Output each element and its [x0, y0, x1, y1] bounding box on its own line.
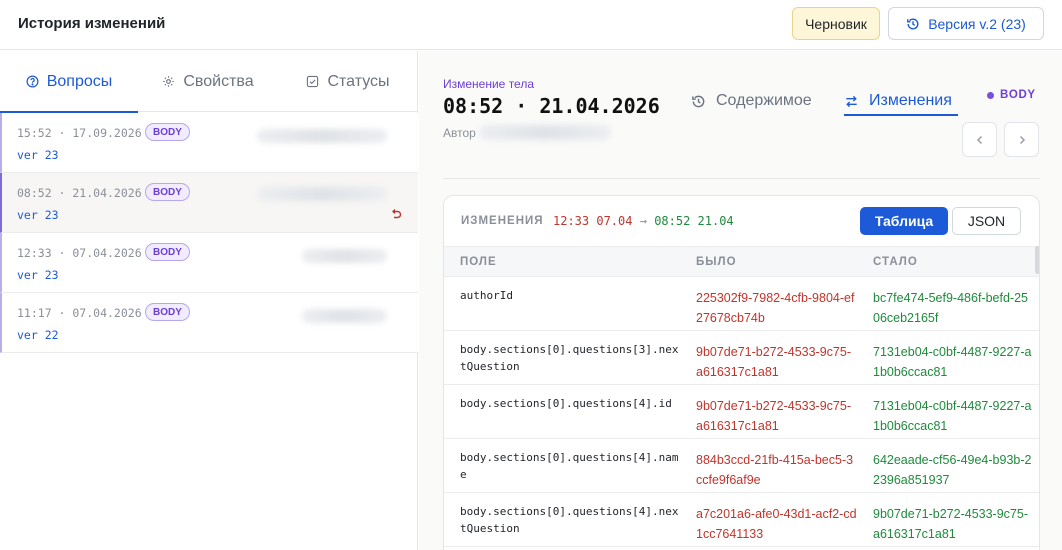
- table-header-row: ПОЛЕ БЫЛО СТАЛО: [444, 246, 1039, 277]
- tab-content[interactable]: Содержимое: [691, 87, 812, 115]
- field-path: body.sections[0].questions[4].id: [444, 384, 680, 439]
- history-icon: [907, 17, 919, 29]
- chevron-left-icon: [976, 135, 982, 144]
- history-timestamp: 08:52 · 21.04.2026: [17, 186, 142, 200]
- history-item[interactable]: 12:33 · 07.04.2026 BODY ver 23: [0, 233, 418, 293]
- revert-icon[interactable]: [389, 207, 403, 221]
- scope-indicator: BODY: [987, 89, 1036, 101]
- draft-button[interactable]: Черновик: [792, 7, 880, 40]
- old-value: 884b3ccd-21fb-415a-bec5-3ccfe9f6af9e: [680, 438, 857, 493]
- column-header-field: ПОЛЕ: [444, 246, 680, 277]
- scope-badge: BODY: [145, 123, 190, 141]
- new-value: 9b07de71-b272-4533-9c75-a616317c1a81: [857, 492, 1039, 547]
- changes-header: ИЗМЕНЕНИЯ 12:33 07.04 → 08:52 21.04 Табл…: [444, 196, 1039, 246]
- tab-changes-label: Изменения: [869, 92, 952, 109]
- field-path: body.sections[0].questions[4].nextQuesti…: [444, 492, 680, 547]
- tab-changes[interactable]: Изменения: [844, 87, 958, 116]
- swap-arrows-icon: [846, 95, 857, 107]
- next-change-button[interactable]: [1004, 122, 1039, 157]
- changes-table: ПОЛЕ БЫЛО СТАЛО authorId 225302f9-7982-4…: [444, 246, 1039, 547]
- tab-properties[interactable]: Свойства: [138, 51, 278, 112]
- top-bar: История изменений Черновик Версия v.2 (2…: [0, 0, 1062, 50]
- tab-questions[interactable]: Вопросы: [0, 51, 138, 113]
- column-header-new: СТАЛО: [857, 246, 1039, 277]
- history-item[interactable]: 11:17 · 07.04.2026 BODY ver 22: [0, 293, 418, 353]
- scope-dot: [987, 91, 994, 99]
- change-detail-panel: Изменение тела 08:52 · 21.04.2026 Автор …: [419, 51, 1062, 550]
- history-version: ver 23: [17, 268, 59, 282]
- gear-icon: [163, 76, 175, 87]
- changes-range: 12:33 07.04 → 08:52 21.04: [553, 214, 734, 228]
- new-value: 7131eb04-c0bf-4487-9227-a1b0b6ccac81: [857, 384, 1039, 439]
- change-type-label: Изменение тела: [443, 77, 535, 91]
- range-arrow: →: [639, 214, 647, 228]
- tab-statuses[interactable]: Статусы: [278, 51, 418, 112]
- history-version: ver 23: [17, 148, 59, 162]
- page-title: История изменений: [18, 15, 166, 32]
- changes-caption: ИЗМЕНЕНИЯ: [461, 215, 544, 227]
- redacted-author-name: [479, 125, 611, 140]
- prev-change-button[interactable]: [962, 122, 997, 157]
- old-value: a7c201a6-afe0-43d1-acf2-cd1cc7641133: [680, 492, 857, 547]
- old-value: 225302f9-7982-4cfb-9804-ef27678cb74b: [680, 276, 857, 331]
- scope-badge: BODY: [145, 303, 190, 321]
- history-icon: [692, 95, 705, 107]
- tab-properties-label: Свойства: [183, 72, 254, 90]
- table-row: authorId 225302f9-7982-4cfb-9804-ef27678…: [444, 276, 1039, 331]
- old-value: 9b07de71-b272-4533-9c75-a616317c1a81: [680, 330, 857, 385]
- redacted-author: [257, 187, 387, 201]
- new-value: 7131eb04-c0bf-4487-9227-a1b0b6ccac81: [857, 330, 1039, 385]
- divider: [443, 178, 1040, 179]
- range-from: 12:33 07.04: [553, 214, 633, 228]
- view-json-button[interactable]: JSON: [952, 207, 1021, 235]
- history-timestamp: 15:52 · 17.09.2026: [17, 126, 142, 140]
- redacted-author: [257, 129, 387, 143]
- view-table-button[interactable]: Таблица: [860, 207, 948, 235]
- question-circle-icon: [26, 75, 39, 88]
- redacted-author: [302, 309, 387, 323]
- scope-badge: BODY: [145, 243, 190, 261]
- field-path: body.sections[0].questions[3].nextQuesti…: [444, 330, 680, 385]
- column-header-old: БЫЛО: [680, 246, 857, 277]
- tab-statuses-label: Статусы: [327, 72, 390, 90]
- new-value: bc7fe474-5ef9-486f-befd-2506ceb2165f: [857, 276, 1039, 331]
- redacted-author: [302, 249, 387, 263]
- table-row: body.sections[0].questions[4].nextQuesti…: [444, 492, 1039, 547]
- history-version: ver 23: [17, 208, 59, 222]
- history-sidebar: Вопросы Свойства Статусы 15:52 · 17.09.2…: [0, 51, 418, 550]
- scope-badge: BODY: [145, 183, 190, 201]
- chevron-right-icon: [1019, 135, 1025, 144]
- tab-questions-label: Вопросы: [46, 72, 113, 90]
- changes-card: ИЗМЕНЕНИЯ 12:33 07.04 → 08:52 21.04 Табл…: [443, 195, 1040, 550]
- version-button[interactable]: Версия v.2 (23): [888, 7, 1044, 40]
- history-item-selected[interactable]: 08:52 · 21.04.2026 BODY ver 23: [0, 173, 418, 233]
- version-label: Версия v.2 (23): [928, 15, 1026, 32]
- author-label: Автор: [443, 126, 476, 140]
- new-value: 642eaade-cf56-49e4-b93b-22396a851937: [857, 438, 1039, 493]
- table-scrollbar[interactable]: [1035, 246, 1039, 274]
- history-list: 15:52 · 17.09.2026 BODY ver 23 08:52 · 2…: [0, 113, 418, 353]
- old-value: 9b07de71-b272-4533-9c75-a616317c1a81: [680, 384, 857, 439]
- field-path: authorId: [444, 276, 680, 331]
- checkbox-icon: [307, 75, 319, 88]
- tab-content-label: Содержимое: [716, 92, 812, 109]
- range-to: 08:52 21.04: [654, 214, 734, 228]
- history-item[interactable]: 15:52 · 17.09.2026 BODY ver 23: [0, 113, 418, 173]
- table-row: body.sections[0].questions[4].id 9b07de7…: [444, 384, 1039, 439]
- history-timestamp: 12:33 · 07.04.2026: [17, 246, 142, 260]
- history-version: ver 22: [17, 328, 59, 342]
- scope-indicator-label: BODY: [1000, 89, 1036, 101]
- history-timestamp: 11:17 · 07.04.2026: [17, 306, 142, 320]
- field-path: body.sections[0].questions[4].name: [444, 438, 680, 493]
- sidebar-tabs: Вопросы Свойства Статусы: [0, 51, 418, 113]
- table-row: body.sections[0].questions[3].nextQuesti…: [444, 330, 1039, 385]
- table-row: body.sections[0].questions[4].name 884b3…: [444, 438, 1039, 493]
- change-timestamp: 08:52 · 21.04.2026: [443, 94, 660, 118]
